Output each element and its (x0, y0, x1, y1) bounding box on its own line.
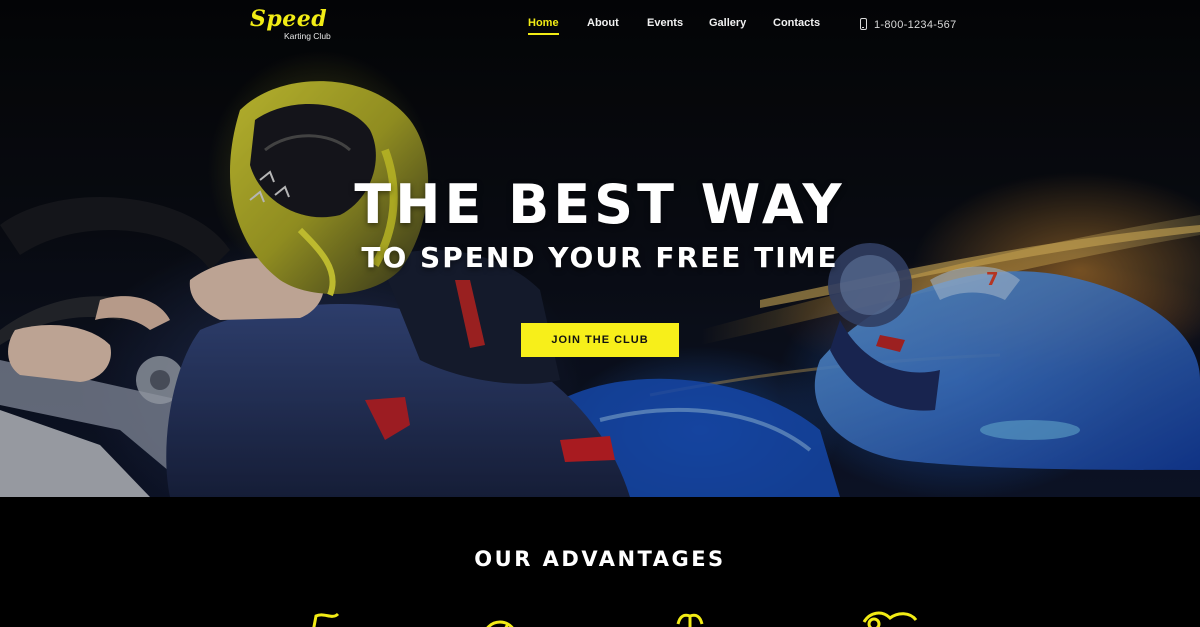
nav-item-events[interactable]: Events (647, 17, 683, 29)
main-nav: Home About Events Gallery Contacts (0, 17, 1200, 39)
nav-item-label: Home (528, 17, 559, 29)
nav-item-gallery[interactable]: Gallery (709, 17, 746, 29)
nav-active-underline (528, 33, 559, 35)
advantages-icons-row (0, 608, 1200, 627)
hero-headline: THE BEST WAY (354, 173, 846, 236)
nav-item-contacts[interactable]: Contacts (773, 17, 820, 29)
trophy-icon (676, 613, 704, 627)
join-the-club-button[interactable]: JOIN THE CLUB (521, 323, 679, 357)
nav-item-label: Contacts (773, 17, 821, 29)
flag-icon (312, 612, 340, 627)
phone-icon (860, 18, 867, 30)
hero-subheadline: TO SPEND YOUR FREE TIME (361, 241, 839, 274)
nav-item-label: About (587, 17, 619, 29)
nav-item-about[interactable]: About (587, 17, 619, 29)
speedometer-icon (486, 620, 514, 627)
site-header: Speed Karting Club Home About Events Gal… (0, 0, 1200, 50)
advantages-title: OUR ADVANTAGES (474, 547, 726, 571)
nav-item-label: Events (647, 17, 684, 29)
nav-item-label: Gallery (709, 17, 747, 29)
kart-icon (862, 611, 918, 627)
nav-item-home[interactable]: Home (528, 17, 559, 35)
phone-number: 1-800-1234-567 (874, 19, 957, 31)
